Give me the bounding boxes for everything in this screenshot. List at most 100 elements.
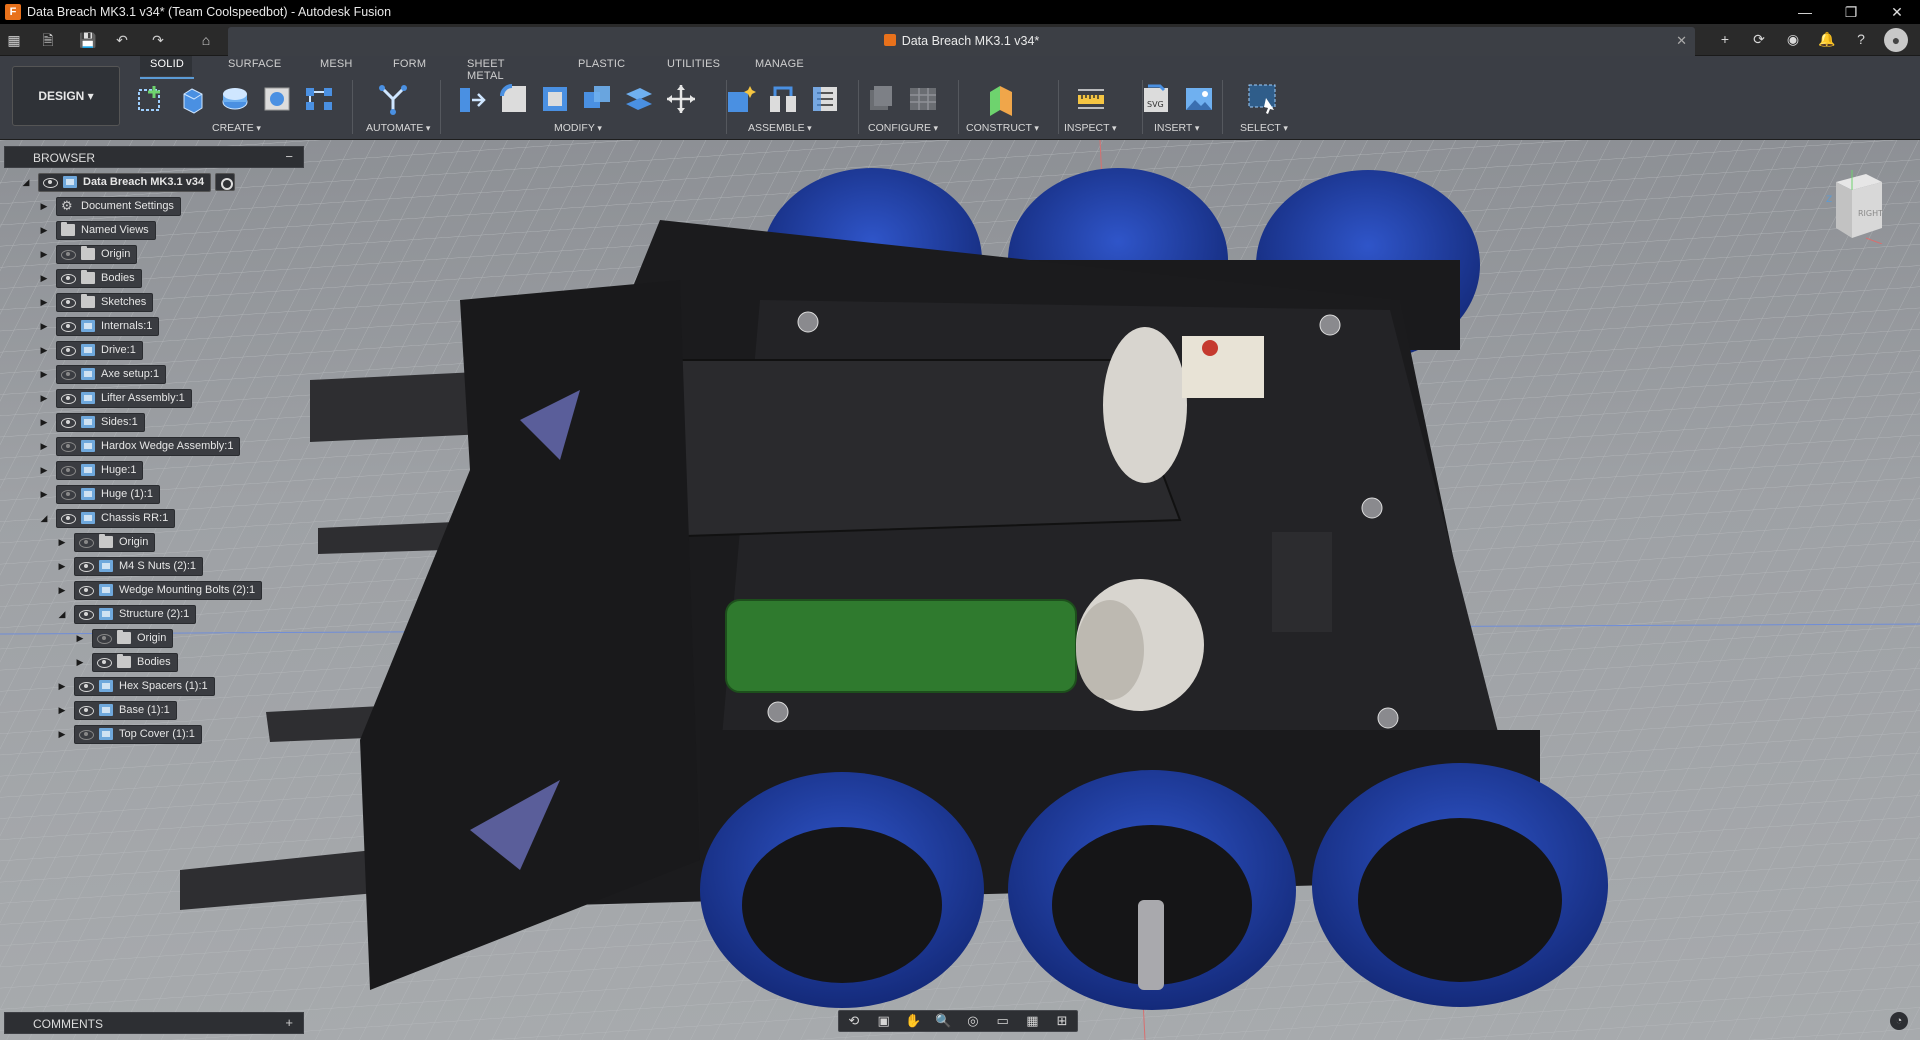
view-cube[interactable]: RIGHT Z (1826, 168, 1884, 244)
move-copy-icon[interactable] (664, 82, 698, 116)
expand-arrow-icon[interactable]: ▶ (38, 320, 50, 332)
tree-root[interactable]: ◢ Data Breach MK3.1 v34 (20, 172, 236, 192)
undo-icon[interactable]: ↶ (112, 30, 132, 50)
visibility-eye-icon[interactable] (79, 536, 94, 548)
expand-arrow-icon[interactable]: ▶ (74, 656, 86, 668)
expand-arrow-icon[interactable]: ▶ (38, 296, 50, 308)
expand-arrow-icon[interactable]: ▶ (56, 560, 68, 572)
tree-item[interactable]: ▶ Named Views (38, 220, 156, 240)
tree-item[interactable]: ▶ Hardox Wedge Assembly:1 (38, 436, 241, 456)
expand-arrow-icon[interactable]: ▶ (38, 488, 50, 500)
expand-arrow-icon[interactable]: ▶ (38, 368, 50, 380)
chat-icon[interactable]: ◔ (1890, 1012, 1908, 1030)
comments-panel-header[interactable]: COMMENTS + (4, 1012, 304, 1034)
configure-design-icon[interactable] (864, 82, 898, 116)
tab-sheet-metal[interactable]: SHEET METAL (467, 58, 504, 82)
tab-manage[interactable]: MANAGE (755, 58, 804, 76)
home-icon[interactable]: ⌂ (196, 30, 216, 50)
job-status-icon[interactable]: ◉ (1782, 28, 1804, 50)
configure-menu[interactable]: CONFIGURE (868, 122, 938, 134)
tree-item[interactable]: ▶ Sketches (38, 292, 154, 312)
expand-arrow-icon[interactable]: ▶ (56, 536, 68, 548)
tree-item[interactable]: ▶ Base (1):1 (56, 700, 177, 720)
expand-arrow-icon[interactable]: ▶ (56, 728, 68, 740)
save-icon[interactable]: 💾 (78, 30, 98, 50)
inspect-menu[interactable]: INSPECT (1064, 122, 1117, 134)
tree-item[interactable]: ▶ ⚙ Document Settings (38, 196, 181, 216)
3d-viewport[interactable] (0, 140, 1920, 1040)
visibility-eye-icon[interactable] (61, 320, 76, 332)
sync-icon[interactable]: ⟳ (1748, 28, 1770, 50)
select-window-icon[interactable] (1246, 82, 1280, 116)
automate-icon[interactable] (376, 82, 410, 116)
tab-form[interactable]: FORM (393, 58, 426, 76)
assemble-menu[interactable]: ASSEMBLE (748, 122, 812, 134)
help-icon[interactable]: ? (1850, 28, 1872, 50)
select-menu[interactable]: SELECT (1240, 122, 1288, 134)
tree-item[interactable]: ▶ Internals:1 (38, 316, 160, 336)
redo-icon[interactable]: ↷ (148, 30, 168, 50)
construction-plane-icon[interactable] (984, 82, 1018, 116)
expand-arrow-icon[interactable]: ▶ (38, 224, 50, 236)
expand-arrow-icon[interactable]: ▶ (56, 704, 68, 716)
expand-arrow-icon[interactable]: ▶ (38, 200, 50, 212)
tab-mesh[interactable]: MESH (320, 58, 353, 76)
tree-item[interactable]: ▶ Origin (38, 244, 138, 264)
automate-menu[interactable]: AUTOMATE (366, 122, 430, 134)
modify-menu[interactable]: MODIFY (554, 122, 602, 134)
expand-arrow-icon[interactable]: ▶ (56, 680, 68, 692)
visibility-eye-icon[interactable] (61, 488, 76, 500)
expand-arrow-icon[interactable]: ▶ (74, 632, 86, 644)
tree-item[interactable]: ▶ Huge (1):1 (38, 484, 160, 504)
tab-plastic[interactable]: PLASTIC (578, 58, 625, 76)
fillet-icon[interactable] (496, 82, 530, 116)
tree-item[interactable]: ▶ Lifter Assembly:1 (38, 388, 192, 408)
tree-item[interactable]: ◢ Chassis RR:1 (38, 508, 176, 528)
viewports-icon[interactable]: ⊞ (1050, 1013, 1074, 1029)
orbit-icon[interactable]: ⟲ (842, 1013, 866, 1029)
hole-icon[interactable] (260, 82, 294, 116)
collapse-arrow-icon[interactable]: ◢ (38, 512, 50, 524)
shell-icon[interactable] (538, 82, 572, 116)
new-component-icon[interactable] (724, 82, 758, 116)
tree-item[interactable]: ▶ Bodies (38, 268, 142, 288)
tree-item[interactable]: ▶ Sides:1 (38, 412, 145, 432)
visibility-eye-icon[interactable] (61, 440, 76, 452)
tree-item[interactable]: ▶ Drive:1 (38, 340, 143, 360)
visibility-eye-icon[interactable] (61, 464, 76, 476)
pattern-icon[interactable] (302, 82, 336, 116)
insert-menu[interactable]: INSERT (1154, 122, 1199, 134)
insert-canvas-icon[interactable] (1182, 82, 1216, 116)
collapse-icon[interactable]: − (285, 149, 293, 164)
expand-arrow-icon[interactable]: ▶ (38, 248, 50, 260)
visibility-eye-icon[interactable] (61, 416, 76, 428)
new-tab-icon[interactable]: + (1714, 28, 1736, 50)
visibility-eye-icon[interactable] (79, 584, 94, 596)
insert-svg-icon[interactable]: SVG (1140, 82, 1174, 116)
revolve-icon[interactable] (218, 82, 252, 116)
create-sketch-icon[interactable] (134, 82, 168, 116)
file-menu-icon[interactable]: 🗎 (38, 30, 58, 50)
extrude-icon[interactable] (176, 82, 210, 116)
activate-target-icon[interactable] (215, 173, 236, 191)
close-tab-icon[interactable]: ✕ (1676, 33, 1687, 49)
configuration-table-icon[interactable] (906, 82, 940, 116)
tree-item[interactable]: ▶ Origin (56, 532, 156, 552)
tab-solid[interactable]: SOLID (139, 58, 195, 79)
joint-icon[interactable] (766, 82, 800, 116)
visibility-eye-icon[interactable] (61, 512, 76, 524)
tree-item[interactable]: ▶ Axe setup:1 (38, 364, 167, 384)
user-avatar[interactable]: ● (1884, 28, 1908, 52)
grid-settings-icon[interactable]: ▦ (1020, 1013, 1044, 1029)
collapse-arrow-icon[interactable]: ◢ (20, 176, 32, 188)
tree-item[interactable]: ▶ Origin (74, 628, 174, 648)
tree-item[interactable]: ◢ Structure (2):1 (56, 604, 197, 624)
visibility-eye-icon[interactable] (79, 608, 94, 620)
tab-surface[interactable]: SURFACE (228, 58, 281, 76)
visibility-eye-icon[interactable] (61, 368, 76, 380)
minimize-button[interactable]: — (1782, 0, 1828, 24)
combine-icon[interactable] (580, 82, 614, 116)
zoom-icon[interactable]: 🔍 (931, 1013, 955, 1029)
visibility-eye-icon[interactable] (79, 680, 94, 692)
tree-item[interactable]: ▶ Huge:1 (38, 460, 144, 480)
